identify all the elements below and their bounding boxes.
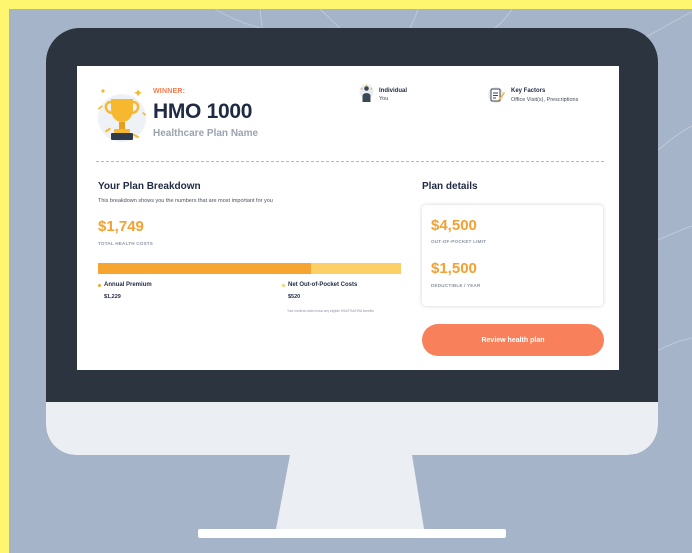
coverage-title: Individual [379,88,408,94]
deductible-amount: $1,500 [431,260,477,277]
plan-name: HMO 1000 [153,100,253,123]
premium-value: $1,229 [104,294,121,300]
premium-bar-segment [98,263,311,274]
breakdown-description: This breakdown shows you the numbers tha… [98,198,273,204]
clipboard-pencil-icon [488,87,505,103]
person-icon [359,84,374,102]
winner-label: WINNER: [153,88,186,95]
deductible-label: DEDUCTIBLE / YEAR [431,283,481,288]
total-health-costs-amount: $1,749 [98,218,144,235]
oop-limit-amount: $4,500 [431,217,477,234]
premium-legend-dot [98,284,101,287]
oop-limit-label: OUT-OF-POCKET LIMIT [431,239,487,244]
key-factors-title: Key Factors [511,88,546,94]
oop-value: $520 [288,294,301,300]
plan-details-title: Plan details [422,181,478,192]
total-health-costs-label: TOTAL HEALTH COSTS [98,241,154,246]
plan-subtitle: Healthcare Plan Name [153,128,259,139]
plan-summary-screen: WINNER: HMO 1000 Healthcare Plan Name In… [77,66,619,370]
coverage-value: You [379,96,389,102]
monitor-base [198,529,506,538]
oop-bar-segment [311,263,401,274]
cost-breakdown-bar [98,263,401,274]
key-factors-value: Office Visit(s), Prescriptions [511,97,579,103]
plan-details-card: $4,500 OUT-OF-POCKET LIMIT $1,500 DEDUCT… [422,205,603,306]
oop-legend-dot [282,284,285,287]
review-health-plan-button[interactable]: Review health plan [422,324,604,356]
trophy-icon [97,89,147,142]
breakdown-title: Your Plan Breakdown [98,181,201,192]
premium-label: Annual Premium [104,282,152,288]
oop-footnote: Your medical costs minus any eligible HS… [287,309,374,313]
oop-label: Net Out-of-Pocket Costs [288,282,358,288]
header-divider [96,161,604,162]
